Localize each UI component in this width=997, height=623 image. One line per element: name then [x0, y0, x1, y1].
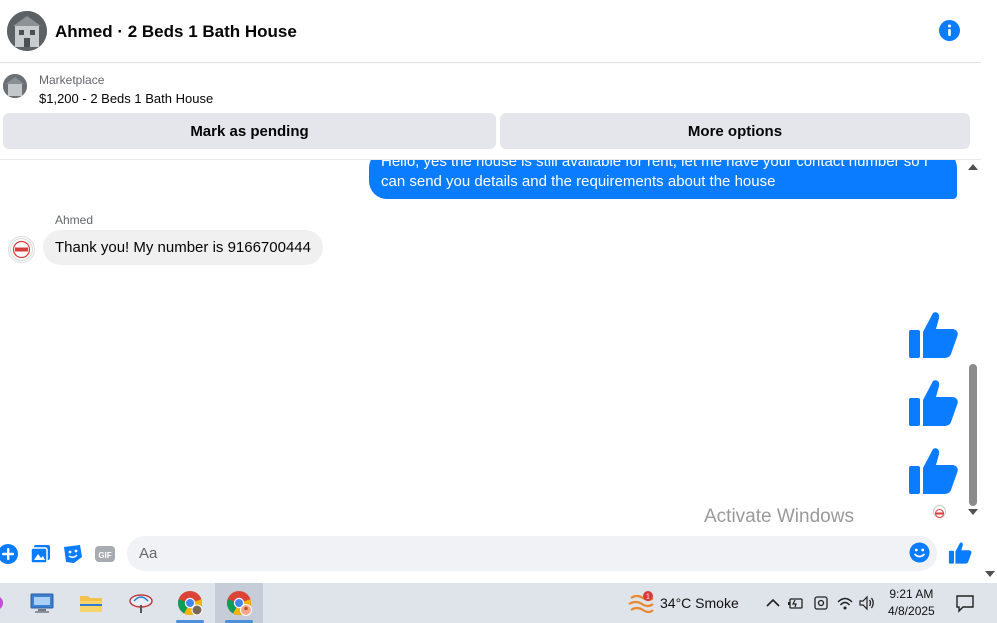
scroll-up-arrow-icon[interactable]: [968, 164, 978, 170]
thread-scrollbar[interactable]: [965, 160, 981, 522]
info-icon[interactable]: [939, 20, 960, 41]
wifi-icon[interactable]: [836, 594, 854, 612]
notifications-icon[interactable]: [955, 593, 975, 613]
message-input-container[interactable]: [127, 536, 937, 571]
svg-text:1: 1: [646, 594, 650, 601]
taskbar-chrome-profile-icon[interactable]: [215, 583, 263, 623]
taskbar-chrome-icon[interactable]: [168, 583, 212, 623]
like-reaction-icon[interactable]: [907, 378, 959, 428]
taskbar-file-explorer-icon[interactable]: [71, 583, 111, 623]
volume-icon[interactable]: [858, 594, 876, 612]
outgoing-message[interactable]: Hello, yes the house is still available …: [369, 160, 957, 199]
camera-icon[interactable]: [812, 594, 830, 612]
clock-time: 9:21 AM: [889, 587, 934, 601]
contact-avatar-large[interactable]: [7, 11, 47, 51]
plus-icon[interactable]: [0, 543, 20, 565]
weather-text[interactable]: 34°C Smoke: [660, 595, 739, 611]
scroll-down-arrow-icon[interactable]: [968, 509, 978, 515]
message-input[interactable]: [139, 543, 899, 564]
message-thread: Hello, yes the house is still available …: [0, 160, 965, 530]
listing-price-title[interactable]: $1,200 - 2 Beds 1 Bath House: [39, 91, 213, 106]
taskbar-app-icon[interactable]: [0, 583, 8, 623]
listing-source: Marketplace: [39, 73, 105, 87]
incoming-sender-name: Ahmed: [55, 213, 94, 227]
listing-thumbnail[interactable]: [3, 74, 27, 98]
page-scroll-down-arrow-icon[interactable]: [985, 571, 995, 577]
conversation-header: Ahmed · 2 Beds 1 Bath House: [0, 0, 981, 63]
contact-avatar-small[interactable]: [8, 236, 35, 263]
more-options-button[interactable]: More options: [500, 113, 970, 149]
photo-icon[interactable]: [30, 543, 52, 565]
like-send-icon[interactable]: [948, 541, 972, 565]
weather-icon[interactable]: 1: [626, 583, 656, 623]
battery-plug-icon[interactable]: [787, 594, 805, 612]
incoming-message[interactable]: Thank you! My number is 9166700444: [43, 230, 323, 265]
mark-as-pending-button[interactable]: Mark as pending: [3, 113, 496, 149]
messenger-window: Ahmed · 2 Beds 1 Bath House Marketplace …: [0, 0, 997, 623]
system-clock[interactable]: 9:21 AM 4/8/2025: [888, 586, 935, 620]
scrollbar-thumb[interactable]: [969, 364, 977, 506]
message-composer: GIF: [0, 534, 981, 574]
gif-icon[interactable]: GIF: [94, 543, 116, 565]
windows-taskbar: 1 34°C Smoke 9:21 AM 4/8/2025: [0, 583, 997, 623]
svg-text:GIF: GIF: [98, 551, 111, 560]
conversation-title: Ahmed · 2 Beds 1 Bath House: [55, 22, 297, 41]
seen-indicator-icon: [933, 505, 946, 518]
show-hidden-icons-chevron-icon[interactable]: [764, 594, 782, 612]
like-reaction-icon[interactable]: [907, 446, 959, 496]
clock-date: 4/8/2025: [888, 604, 935, 618]
taskbar-app-icon[interactable]: [121, 583, 161, 623]
taskbar-computer-icon[interactable]: [22, 583, 62, 623]
emoji-icon[interactable]: [909, 542, 930, 563]
sticker-icon[interactable]: [62, 543, 84, 565]
marketplace-listing-banner: Marketplace $1,200 - 2 Beds 1 Bath House…: [0, 63, 981, 160]
like-reaction-icon[interactable]: [907, 310, 959, 360]
